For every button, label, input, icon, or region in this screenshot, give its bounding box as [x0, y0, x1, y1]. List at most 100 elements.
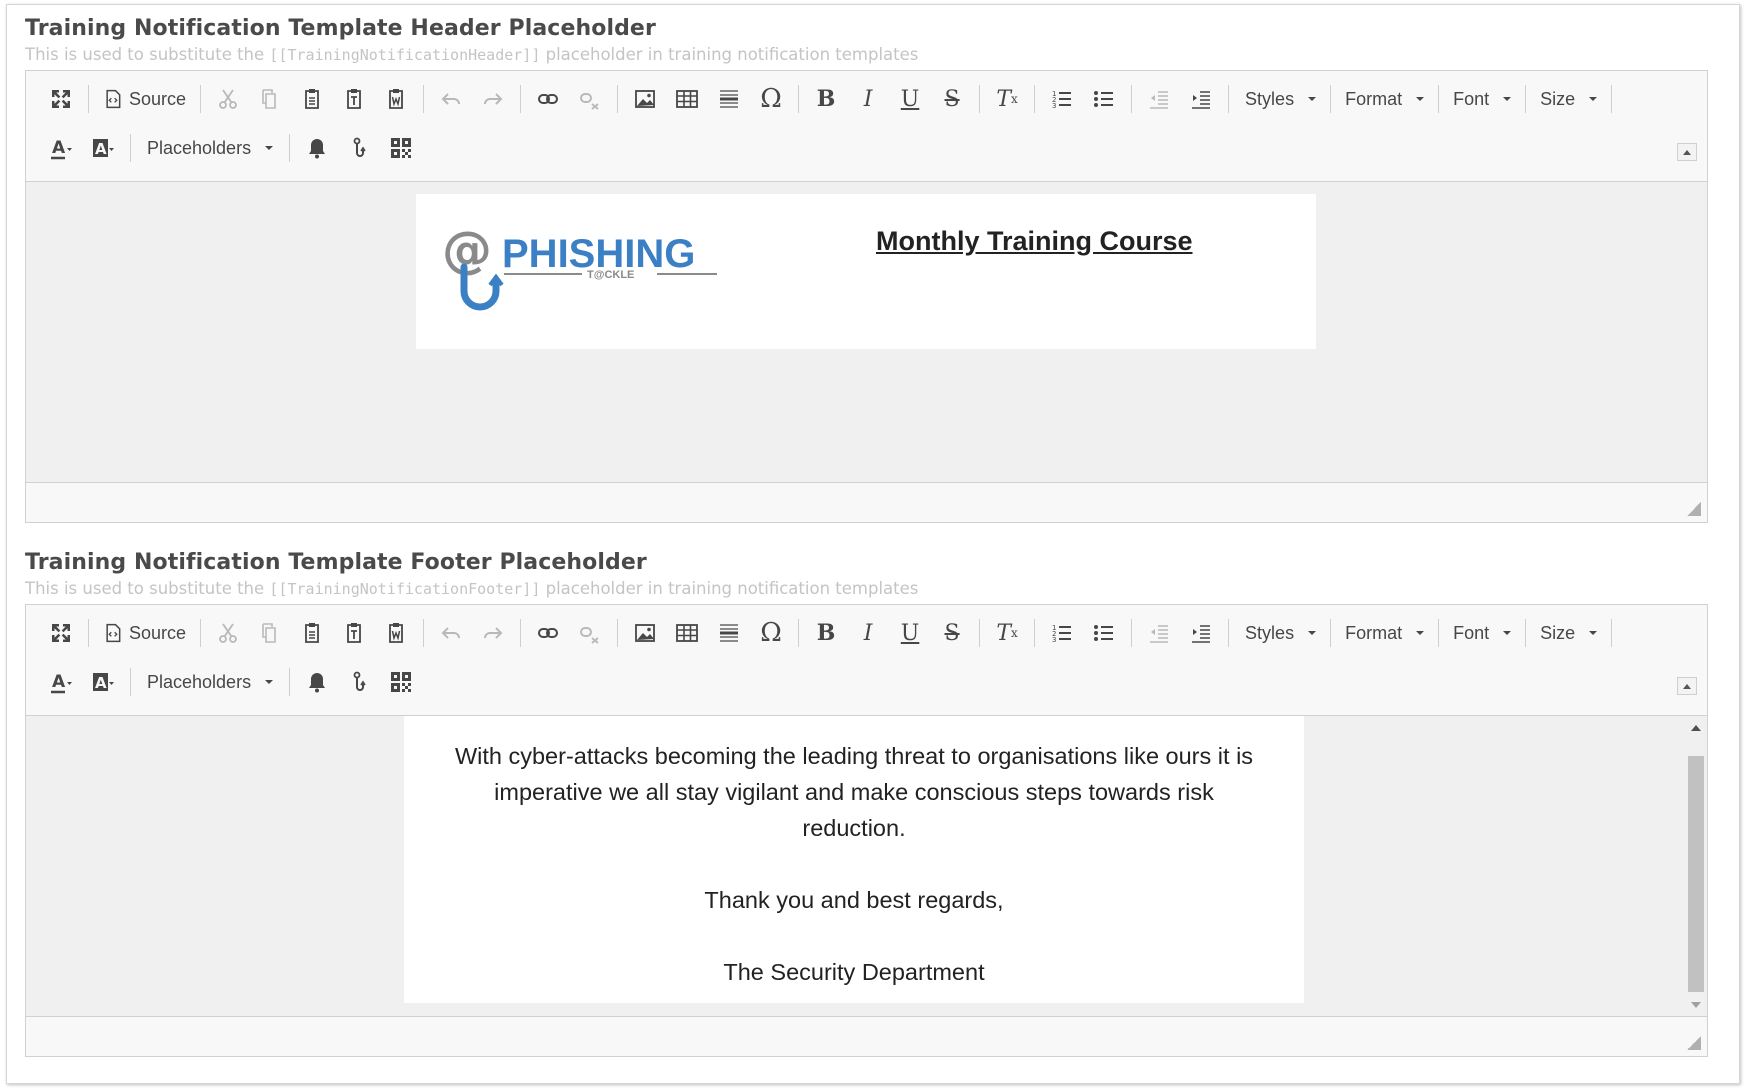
- bell-icon[interactable]: [298, 664, 336, 700]
- italic-icon[interactable]: I: [849, 615, 887, 651]
- chevron-down-icon: [1503, 97, 1512, 101]
- hook-icon[interactable]: [340, 664, 378, 700]
- strikethrough-icon[interactable]: S: [933, 615, 971, 651]
- toolbar-separator: [520, 85, 522, 113]
- source-label: Source: [129, 622, 187, 643]
- desc-prefix: This is used to substitute the: [25, 579, 270, 598]
- collapse-toolbar-button[interactable]: [1677, 677, 1697, 695]
- paste-icon[interactable]: [293, 615, 331, 651]
- paste-text-icon[interactable]: [335, 615, 373, 651]
- copy-icon[interactable]: [251, 615, 289, 651]
- underline-icon[interactable]: U: [891, 615, 929, 651]
- strikethrough-icon[interactable]: S: [933, 81, 971, 117]
- vertical-scrollbar[interactable]: [1685, 716, 1707, 1016]
- header-section-title: Training Notification Template Header Pl…: [25, 16, 656, 41]
- undo-icon[interactable]: [432, 81, 470, 117]
- special-char-icon[interactable]: Ω: [752, 615, 790, 651]
- unlink-icon[interactable]: [571, 81, 609, 117]
- font-dropdown[interactable]: Font: [1443, 81, 1521, 117]
- indent-icon[interactable]: [1182, 615, 1220, 651]
- header-content-area[interactable]: @ PHISHING T@CKLE Monthly Training Cours…: [26, 182, 1707, 482]
- styles-dropdown[interactable]: Styles: [1235, 81, 1326, 117]
- scrollbar-thumb[interactable]: [1688, 756, 1704, 992]
- horizontal-line-icon[interactable]: [710, 81, 748, 117]
- qr-code-icon[interactable]: [382, 664, 420, 700]
- footer-template-section: Training Notification Template Footer Pl…: [25, 548, 1708, 1057]
- underline-icon[interactable]: U: [891, 81, 929, 117]
- bulleted-list-icon[interactable]: [1085, 81, 1123, 117]
- copy-icon[interactable]: [251, 81, 289, 117]
- maximize-icon[interactable]: [42, 615, 80, 651]
- special-char-icon[interactable]: Ω: [752, 81, 790, 117]
- font-dropdown[interactable]: Font: [1443, 615, 1521, 651]
- paste-icon[interactable]: [293, 81, 331, 117]
- numbered-list-icon[interactable]: 123: [1043, 615, 1081, 651]
- table-icon[interactable]: [668, 81, 706, 117]
- hook-icon[interactable]: [340, 130, 378, 166]
- link-icon[interactable]: [529, 615, 567, 651]
- paste-text-icon[interactable]: [335, 81, 373, 117]
- background-color-icon[interactable]: A: [84, 664, 122, 700]
- header-editor: Source Ω B I U S T x 1 2 3 Styles Format…: [25, 70, 1708, 523]
- toolbar-separator: [979, 85, 981, 113]
- styles-dropdown[interactable]: Styles: [1235, 615, 1326, 651]
- table-icon[interactable]: [668, 615, 706, 651]
- remove-format-icon[interactable]: Tx: [988, 615, 1026, 651]
- numbered-list-icon[interactable]: 123: [1043, 81, 1081, 117]
- image-icon[interactable]: [626, 81, 664, 117]
- format-dropdown[interactable]: Format: [1335, 81, 1434, 117]
- background-color-icon[interactable]: A: [84, 130, 122, 166]
- placeholders-dropdown[interactable]: Placeholders: [137, 664, 283, 700]
- toolbar-row-1: Source Ω B I U S T x 1 2 3 Styles Format…: [40, 79, 1616, 119]
- italic-icon[interactable]: I: [849, 81, 887, 117]
- size-dropdown[interactable]: Size: [1530, 81, 1607, 117]
- text-color-icon[interactable]: A: [42, 130, 80, 166]
- size-dropdown[interactable]: Size: [1530, 615, 1607, 651]
- toolbar-row-2: A A Placeholders: [40, 128, 422, 168]
- toolbar-separator: [1438, 619, 1440, 647]
- cut-icon[interactable]: [209, 615, 247, 651]
- collapse-toolbar-button[interactable]: [1677, 143, 1697, 161]
- undo-icon[interactable]: [432, 615, 470, 651]
- source-button[interactable]: Source: [95, 623, 194, 644]
- text-color-icon[interactable]: A: [42, 664, 80, 700]
- bulleted-list-icon[interactable]: [1085, 615, 1123, 651]
- maximize-icon[interactable]: [42, 81, 80, 117]
- format-label: Format: [1345, 88, 1403, 109]
- horizontal-line-icon[interactable]: [710, 615, 748, 651]
- source-button[interactable]: Source: [95, 89, 194, 110]
- footer-content-area[interactable]: With cyber-attacks becoming the leading …: [26, 716, 1707, 1016]
- toolbar-separator: [1228, 619, 1230, 647]
- image-icon[interactable]: [626, 615, 664, 651]
- toolbar-separator: [1330, 85, 1332, 113]
- redo-icon[interactable]: [474, 615, 512, 651]
- editor-status-bar: [26, 1016, 1707, 1056]
- scroll-down-icon[interactable]: [1691, 1002, 1701, 1008]
- indent-icon[interactable]: [1182, 81, 1220, 117]
- toolbar-separator: [617, 85, 619, 113]
- bold-icon[interactable]: B: [807, 615, 845, 651]
- resize-handle[interactable]: [1687, 1036, 1701, 1050]
- bold-icon[interactable]: B: [807, 81, 845, 117]
- scroll-up-icon[interactable]: [1691, 725, 1701, 731]
- cut-icon[interactable]: [209, 81, 247, 117]
- redo-icon[interactable]: [474, 81, 512, 117]
- format-dropdown[interactable]: Format: [1335, 615, 1434, 651]
- paste-word-icon[interactable]: [377, 81, 415, 117]
- toolbar-separator: [798, 619, 800, 647]
- bell-icon[interactable]: [298, 130, 336, 166]
- svg-text:T@CKLE: T@CKLE: [587, 269, 634, 281]
- outdent-icon[interactable]: [1140, 81, 1178, 117]
- paste-word-icon[interactable]: [377, 615, 415, 651]
- resize-handle[interactable]: [1687, 502, 1701, 516]
- unlink-icon[interactable]: [571, 615, 609, 651]
- header-section-description: This is used to substitute the [[Trainin…: [25, 44, 1708, 68]
- font-label: Font: [1453, 88, 1490, 109]
- toolbar-separator: [423, 85, 425, 113]
- remove-format-icon[interactable]: Tx: [988, 81, 1026, 117]
- link-icon[interactable]: [529, 81, 567, 117]
- chevron-down-icon: [265, 680, 274, 684]
- outdent-icon[interactable]: [1140, 615, 1178, 651]
- qr-code-icon[interactable]: [382, 130, 420, 166]
- placeholders-dropdown[interactable]: Placeholders: [137, 130, 283, 166]
